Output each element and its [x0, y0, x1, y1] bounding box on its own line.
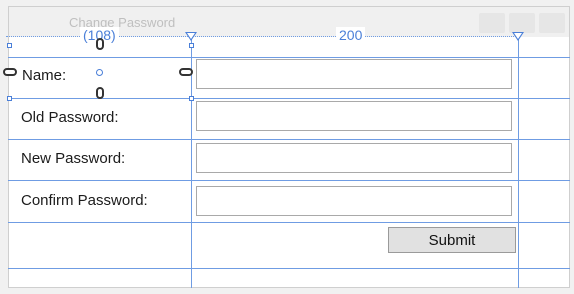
- column-1-marker-icon[interactable]: [512, 32, 524, 41]
- submit-button[interactable]: Submit: [388, 227, 516, 253]
- name-label: Name:: [22, 67, 67, 84]
- grid-row-line-4: [8, 180, 570, 181]
- left-anchor-link-icon[interactable]: [3, 68, 17, 76]
- grid-column-line-2[interactable]: [518, 36, 519, 288]
- center-anchor-icon[interactable]: [96, 69, 103, 76]
- top-anchor-link-icon[interactable]: [96, 38, 104, 50]
- confirm-password-input[interactable]: [196, 186, 512, 216]
- close-button[interactable]: [539, 13, 565, 33]
- grid-row-line-1: [8, 57, 570, 58]
- grid-row-line-6: [8, 268, 570, 269]
- new-password-input[interactable]: [196, 143, 512, 173]
- maximize-button[interactable]: [509, 13, 535, 33]
- grid-row-line-3: [8, 139, 570, 140]
- old-password-input[interactable]: [196, 101, 512, 131]
- column-1-width-label[interactable]: 200: [336, 27, 366, 43]
- selection-handle-bottom-right[interactable]: [189, 96, 194, 101]
- right-anchor-link-icon[interactable]: [179, 68, 193, 76]
- new-password-label: New Password:: [21, 150, 126, 167]
- grid-row-line-5: [8, 222, 570, 223]
- selection-handle-top-right[interactable]: [189, 43, 194, 48]
- selection-handle-bottom-left[interactable]: [7, 96, 12, 101]
- grid-row-line-2: [8, 98, 570, 99]
- column-0-marker-icon[interactable]: [185, 32, 197, 41]
- confirm-password-label: Confirm Password:: [21, 192, 148, 209]
- name-input[interactable]: [196, 59, 512, 89]
- old-password-label: Old Password:: [21, 109, 119, 126]
- selection-handle-top-left[interactable]: [7, 43, 12, 48]
- minimize-button[interactable]: [479, 13, 505, 33]
- bottom-anchor-link-icon[interactable]: [96, 87, 104, 99]
